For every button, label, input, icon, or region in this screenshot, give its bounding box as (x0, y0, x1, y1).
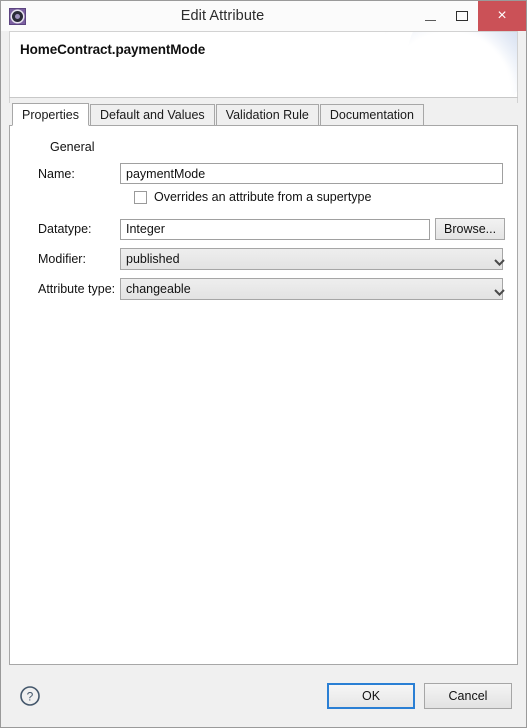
modifier-select[interactable]: published (120, 248, 505, 270)
attribute-type-label: Attribute type: (38, 282, 116, 296)
dialog-footer: ? OK Cancel (1, 665, 526, 727)
close-button[interactable]: × (478, 1, 526, 31)
name-row: Name: (24, 163, 503, 184)
gear-icon (8, 7, 26, 25)
tab-documentation[interactable]: Documentation (319, 104, 424, 126)
attribute-type-row: Attribute type: changeable (24, 278, 505, 300)
name-input[interactable] (120, 163, 503, 184)
header-decoration-bubble (381, 32, 517, 97)
tab-strip: Properties Default and Values Validation… (9, 103, 518, 126)
title-bar: Edit Attribute × (1, 1, 526, 31)
tab-label: Documentation (329, 108, 414, 122)
minimize-icon (424, 19, 436, 21)
tab-properties[interactable]: Properties (12, 103, 89, 126)
attribute-type-value: changeable (126, 282, 191, 296)
edit-attribute-dialog: Edit Attribute × HomeContract.paymentMod… (0, 0, 527, 728)
modifier-value: published (126, 252, 180, 266)
modifier-row: Modifier: published (24, 248, 505, 270)
modifier-label: Modifier: (38, 252, 86, 266)
page-title: HomeContract.paymentMode (20, 42, 206, 57)
tab-validation-rule[interactable]: Validation Rule (215, 104, 319, 126)
close-icon: × (497, 7, 507, 24)
overrides-checkbox[interactable] (134, 190, 147, 204)
overrides-checkbox-row[interactable]: Overrides an attribute from a supertype (134, 190, 503, 204)
help-circle-icon[interactable]: ? (19, 685, 41, 707)
maximize-icon (456, 11, 468, 21)
browse-button[interactable]: Browse... (435, 218, 506, 240)
svg-text:?: ? (27, 690, 34, 704)
maximize-button[interactable] (446, 1, 478, 31)
datatype-row: Datatype: Browse... (24, 218, 506, 240)
minimize-button[interactable] (414, 1, 446, 31)
attribute-type-select[interactable]: changeable (120, 278, 505, 300)
datatype-label: Datatype: (38, 222, 92, 236)
tab-label: Validation Rule (225, 108, 309, 122)
window-title: Edit Attribute (180, 8, 265, 24)
window-icon-container (1, 1, 31, 31)
properties-panel: General Name: Overrides an attribute fro… (9, 125, 518, 665)
general-group-label: General (50, 140, 95, 154)
tab-default-and-values[interactable]: Default and Values (89, 104, 215, 126)
tab-label: Properties (22, 107, 79, 122)
datatype-input[interactable] (120, 218, 430, 240)
overrides-checkbox-label: Overrides an attribute from a supertype (154, 190, 372, 204)
dialog-header: HomeContract.paymentMode (9, 31, 518, 97)
ok-button[interactable]: OK (327, 683, 415, 709)
name-label: Name: (38, 166, 75, 181)
tab-container: Properties Default and Values Validation… (9, 103, 518, 665)
window-controls: × (414, 1, 526, 31)
cancel-button[interactable]: Cancel (424, 683, 512, 709)
tab-label: Default and Values (99, 108, 205, 122)
header-decoration-bubble-inner (407, 32, 517, 97)
